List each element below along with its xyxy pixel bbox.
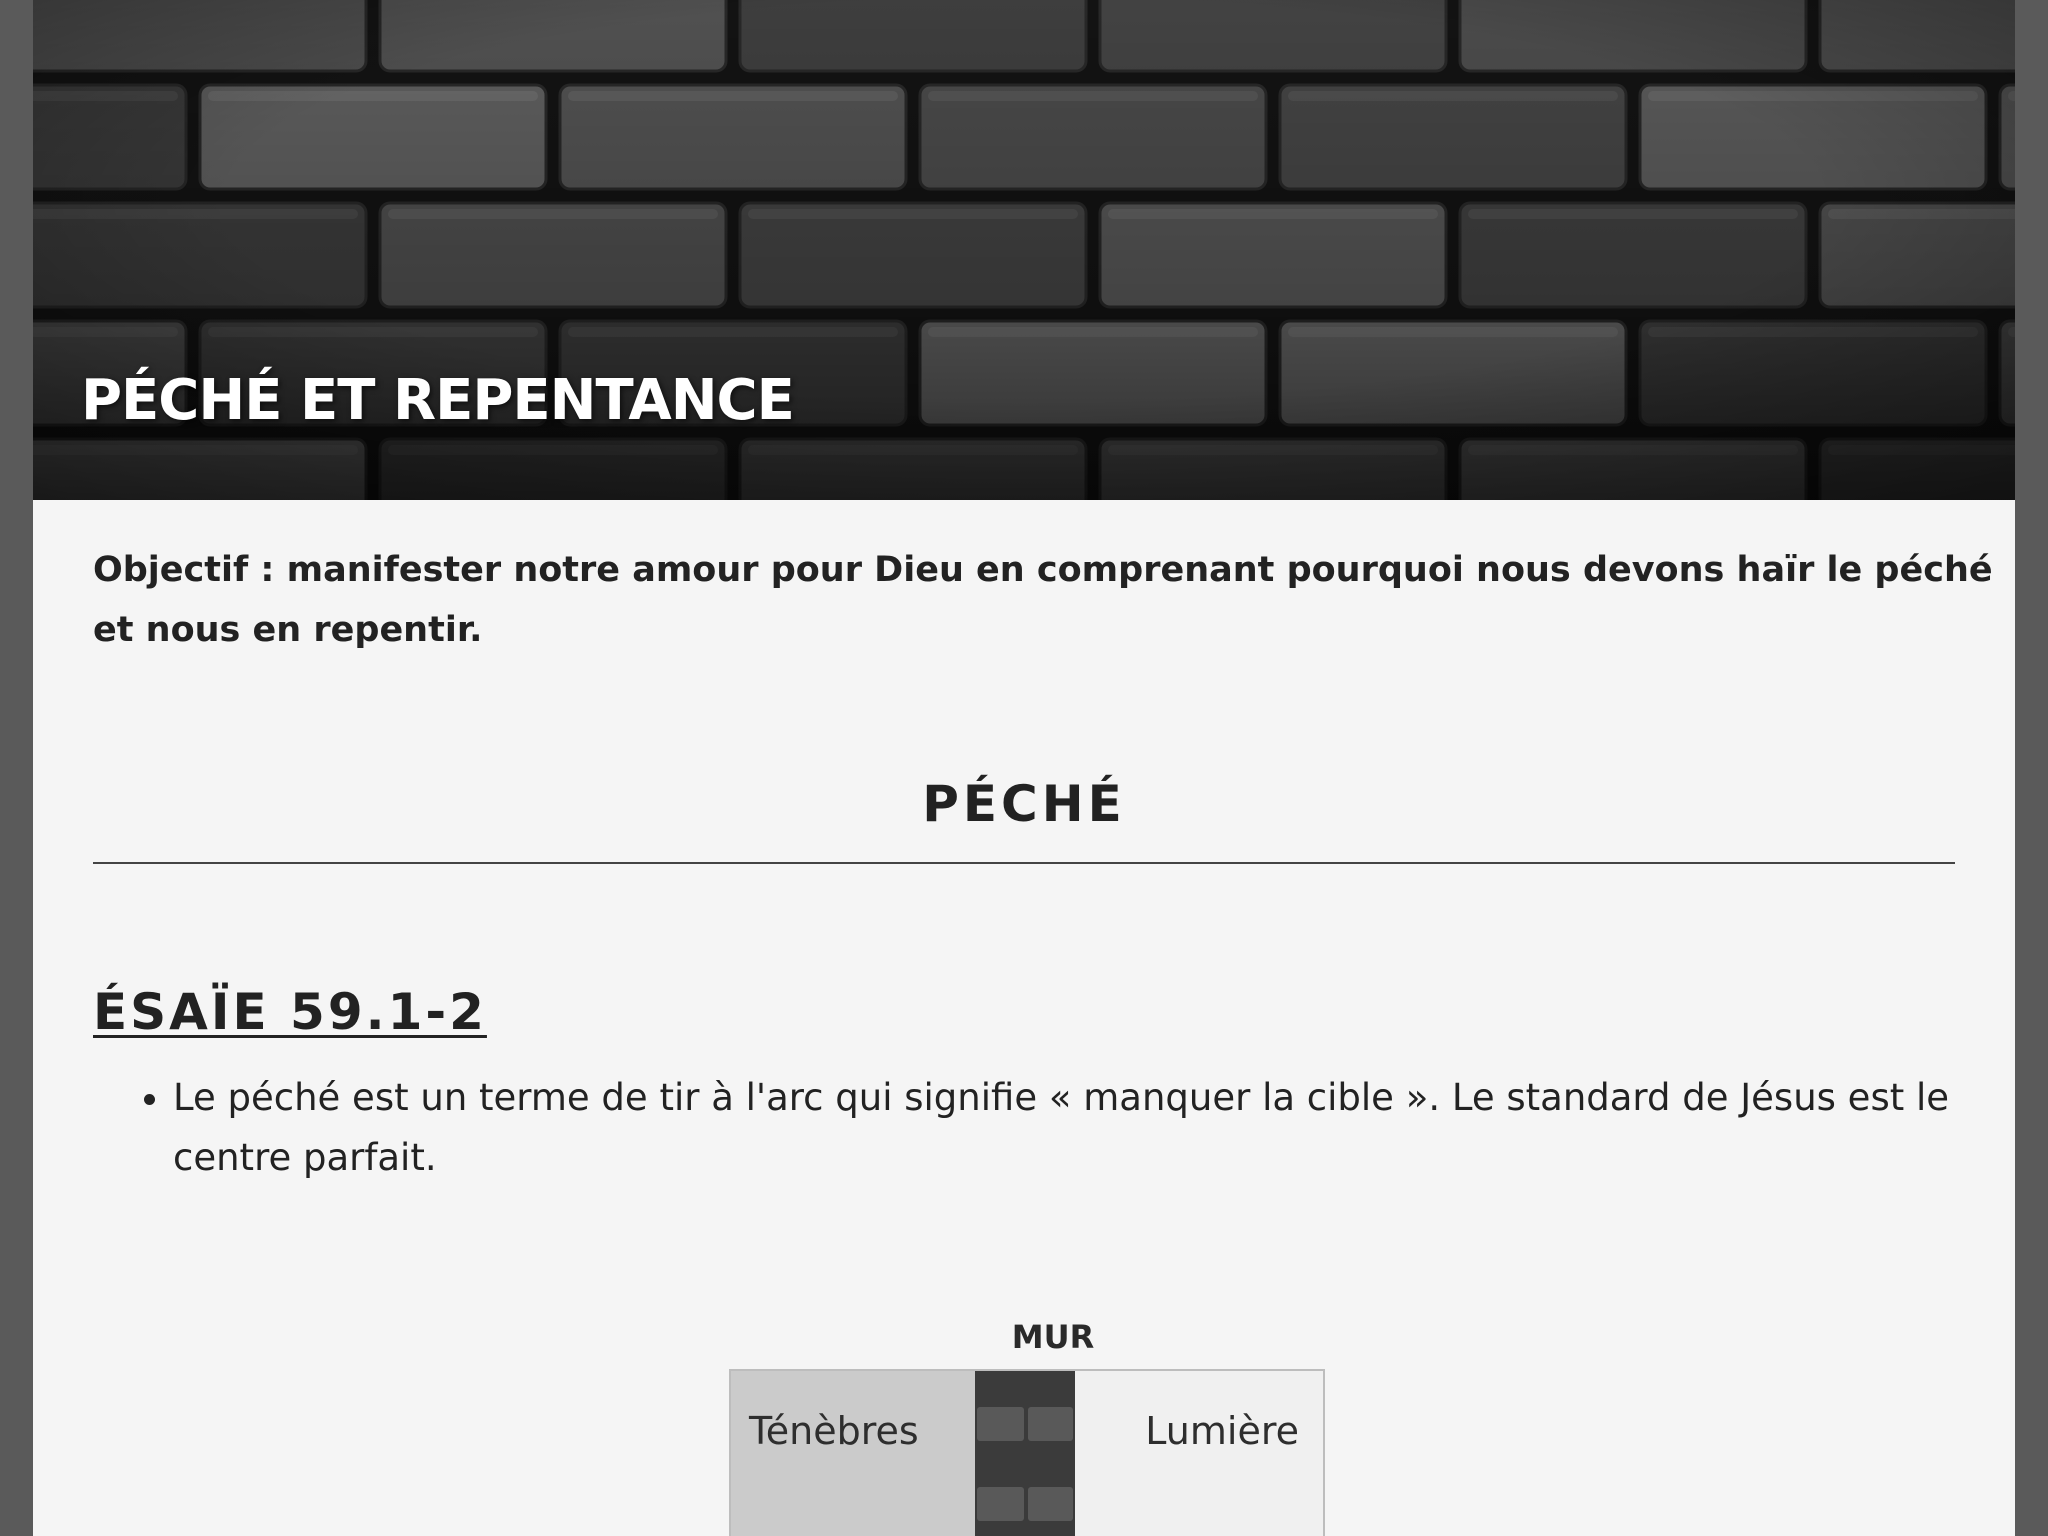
list-item: Le péché est un terme de tir à l'arc qui… <box>173 1068 1973 1188</box>
page: PÉCHÉ ET REPENTANCE Objectif : manifeste… <box>33 0 2015 1536</box>
wall-label: MUR <box>1011 1318 1095 1356</box>
bullet-list: Le péché est un terme de tir à l'arc qui… <box>93 1068 1973 1188</box>
darkness-label: Ténèbres <box>749 1409 919 1453</box>
light-label: Lumière <box>1145 1409 1299 1453</box>
objective-text: Objectif : manifester notre amour pour D… <box>93 550 1993 650</box>
wall-zone <box>975 1371 1075 1536</box>
wall-brick <box>1028 1487 1073 1521</box>
wall-brick <box>977 1487 1024 1521</box>
darkness-zone: Ténèbres <box>731 1371 975 1536</box>
page-title: PÉCHÉ ET REPENTANCE <box>81 368 795 433</box>
wall-brick <box>977 1407 1024 1441</box>
darkness-light-diagram: Ténèbres Lumière <box>729 1369 1325 1536</box>
section-heading: PÉCHÉ <box>922 775 1126 833</box>
hero-banner: PÉCHÉ ET REPENTANCE <box>33 0 2015 500</box>
scripture-reference-heading: ÉSAÏE 59.1-2 <box>93 983 487 1041</box>
light-zone: Lumière <box>1075 1371 1323 1536</box>
wall-brick <box>1028 1407 1073 1441</box>
section-divider <box>93 862 1955 864</box>
